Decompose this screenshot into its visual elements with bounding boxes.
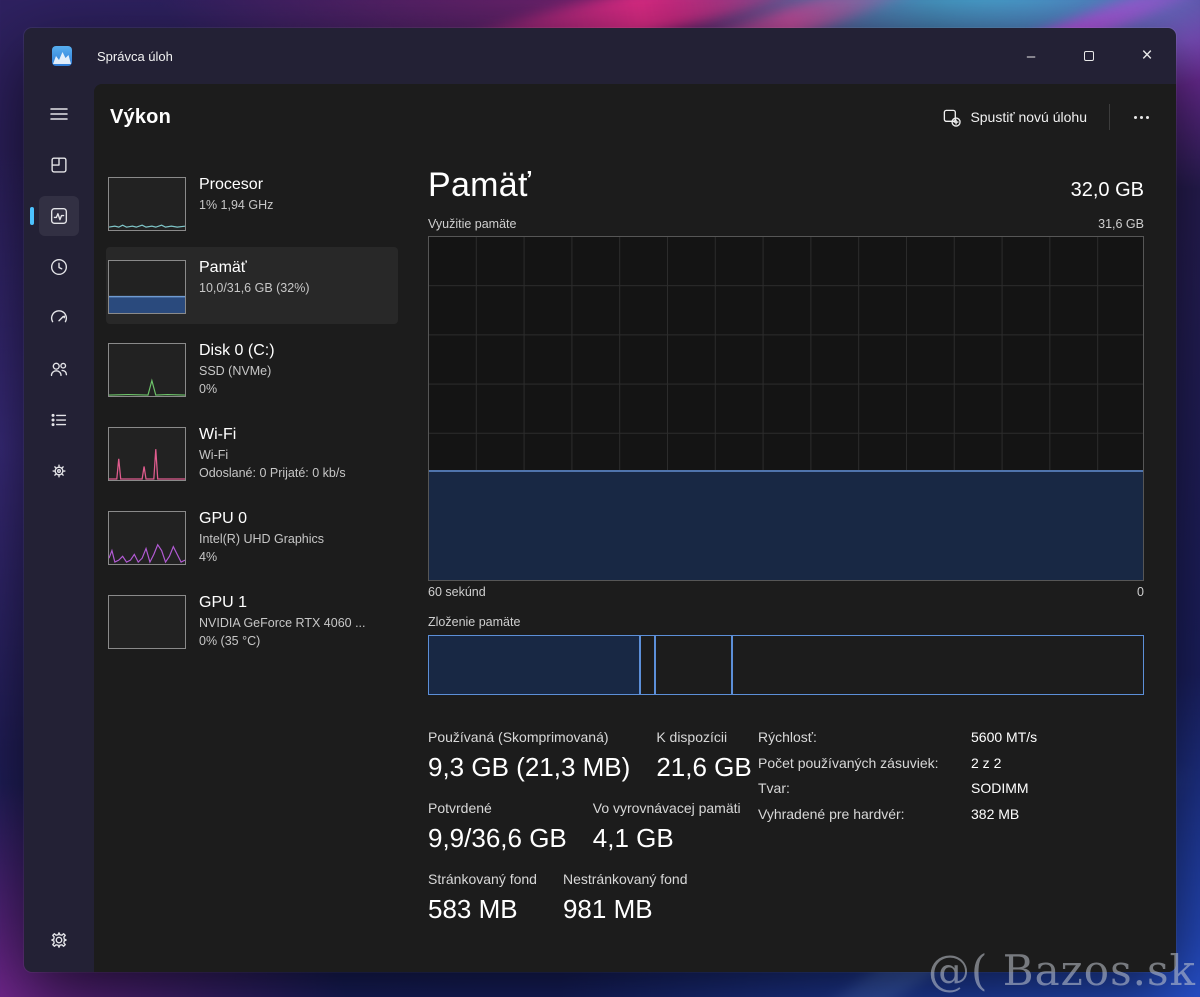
detail-label-hw-reserved: Vyhradené pre hardvér: [758, 806, 971, 822]
memory-total-capacity: 32,0 GB [1071, 179, 1144, 205]
close-button[interactable]: × [1118, 28, 1176, 84]
close-icon: × [1141, 45, 1152, 67]
maximize-button[interactable] [1060, 28, 1118, 84]
performance-device-list: Procesor 1% 1,94 GHz Pamäť 10,0/31,6 GB … [106, 164, 398, 972]
memory-hardware-details: Rýchlosť: 5600 MT/s Počet používaných zá… [758, 729, 1037, 942]
performance-icon [48, 205, 70, 227]
navigation-rail [24, 84, 94, 972]
nav-settings[interactable] [39, 920, 79, 960]
run-new-task-button[interactable]: Spustiť novú úlohu [930, 100, 1099, 135]
window-title: Správca úloh [97, 49, 173, 64]
more-options-button[interactable] [1120, 100, 1162, 134]
device-title: Procesor [199, 174, 273, 196]
stat-committed: Potvrdené 9,9/36,6 GB [428, 800, 567, 854]
device-subtitle: SSD (NVMe) [199, 362, 275, 380]
usage-chart-max: 31,6 GB [1098, 217, 1144, 231]
device-title: Wi-Fi [199, 424, 346, 446]
device-subtitle: NVIDIA GeForce RTX 4060 ... [199, 614, 366, 632]
composition-free [733, 636, 1143, 694]
memory-title: Pamäť [428, 166, 531, 205]
device-subtitle: 10,0/31,6 GB (32%) [199, 279, 309, 297]
nav-services[interactable] [39, 451, 79, 491]
nav-performance[interactable] [39, 196, 79, 236]
device-subtitle2: Odoslané: 0 Prijaté: 0 kb/s [199, 464, 346, 482]
processes-icon [48, 154, 70, 176]
disk-thumbnail-chart [108, 343, 186, 397]
gpu0-thumbnail-chart [108, 511, 186, 565]
memory-usage-fill [429, 470, 1143, 580]
timeline-left-label: 60 sekúnd [428, 585, 486, 599]
device-item-memory[interactable]: Pamäť 10,0/31,6 GB (32%) [106, 247, 398, 324]
minimize-button[interactable]: – [1002, 28, 1060, 84]
device-item-gpu0[interactable]: GPU 0 Intel(R) UHD Graphics 4% [106, 498, 398, 576]
startup-apps-icon [48, 307, 70, 329]
nav-app-history[interactable] [39, 247, 79, 287]
app-history-icon [48, 256, 70, 278]
device-subtitle: 1% 1,94 GHz [199, 196, 273, 214]
memory-detail-pane: Pamäť 32,0 GB Využitie pamäte 31,6 GB 60… [398, 164, 1176, 972]
details-icon [48, 409, 70, 431]
stat-paged-pool: Stránkovaný fond 583 MB [428, 871, 537, 925]
settings-gear-icon [48, 929, 70, 951]
detail-value-speed: 5600 MT/s [971, 729, 1037, 745]
selection-accent-pill [30, 207, 34, 225]
memory-thumbnail-chart [108, 260, 186, 314]
titlebar: Správca úloh – × [24, 28, 1176, 84]
run-new-task-label: Spustiť novú úlohu [970, 109, 1087, 125]
cpu-thumbnail-chart [108, 177, 186, 231]
composition-standby [656, 636, 733, 694]
memory-usage-chart [428, 236, 1144, 581]
panel-header: Výkon Spustiť novú úlohu [94, 84, 1176, 150]
detail-label-form-factor: Tvar: [758, 780, 971, 796]
maximize-icon [1084, 51, 1094, 61]
hamburger-menu-button[interactable] [39, 94, 79, 134]
device-title: Pamäť [199, 257, 309, 279]
timeline-right-label: 0 [1137, 585, 1144, 599]
task-manager-app-icon [52, 46, 72, 66]
memory-stats: Používaná (Skomprimovaná) 9,3 GB (21,3 M… [428, 729, 738, 942]
ellipsis-icon [1134, 116, 1137, 119]
device-subtitle: Intel(R) UHD Graphics [199, 530, 324, 548]
device-item-gpu1[interactable]: GPU 1 NVIDIA GeForce RTX 4060 ... 0% (35… [106, 582, 398, 660]
detail-value-form-factor: SODIMM [971, 780, 1037, 796]
detail-value-hw-reserved: 382 MB [971, 806, 1037, 822]
wifi-thumbnail-chart [108, 427, 186, 481]
nav-processes[interactable] [39, 145, 79, 185]
device-item-wifi[interactable]: Wi-Fi Wi-Fi Odoslané: 0 Prijaté: 0 kb/s [106, 414, 398, 492]
stat-in-use: Používaná (Skomprimovaná) 9,3 GB (21,3 M… [428, 729, 630, 783]
nav-startup-apps[interactable] [39, 298, 79, 338]
minimize-icon: – [1027, 48, 1035, 65]
gpu1-thumbnail-chart [108, 595, 186, 649]
stat-non-paged-pool: Nestránkovaný fond 981 MB [563, 871, 688, 925]
main-panel: Výkon Spustiť novú úlohu [94, 84, 1176, 972]
device-title: GPU 0 [199, 508, 324, 530]
nav-users[interactable] [39, 349, 79, 389]
page-title: Výkon [110, 106, 171, 129]
device-item-cpu[interactable]: Procesor 1% 1,94 GHz [106, 164, 398, 241]
new-task-icon [942, 108, 961, 127]
task-manager-window: Správca úloh – × [24, 28, 1176, 972]
nav-details[interactable] [39, 400, 79, 440]
device-subtitle: Wi-Fi [199, 446, 346, 464]
composition-in-use [429, 636, 641, 694]
device-title: GPU 1 [199, 592, 366, 614]
stat-cached: Vo vyrovnávacej pamäti 4,1 GB [593, 800, 741, 854]
device-subtitle2: 0% [199, 380, 275, 398]
header-divider [1109, 104, 1110, 130]
users-icon [48, 358, 70, 380]
stat-available: K dispozícii 21,6 GB [656, 729, 751, 783]
detail-label-slots: Počet používaných zásuviek: [758, 755, 971, 771]
services-icon [48, 460, 70, 482]
device-subtitle2: 0% (35 °C) [199, 632, 366, 650]
hamburger-icon [48, 103, 70, 125]
detail-value-slots: 2 z 2 [971, 755, 1037, 771]
device-title: Disk 0 (C:) [199, 340, 275, 362]
device-subtitle2: 4% [199, 548, 324, 566]
detail-label-speed: Rýchlosť: [758, 729, 971, 745]
composition-label: Zloženie pamäte [428, 615, 1144, 629]
memory-composition-bar [428, 635, 1144, 695]
usage-chart-label: Využitie pamäte [428, 217, 516, 231]
device-item-disk[interactable]: Disk 0 (C:) SSD (NVMe) 0% [106, 330, 398, 408]
composition-modified [641, 636, 656, 694]
